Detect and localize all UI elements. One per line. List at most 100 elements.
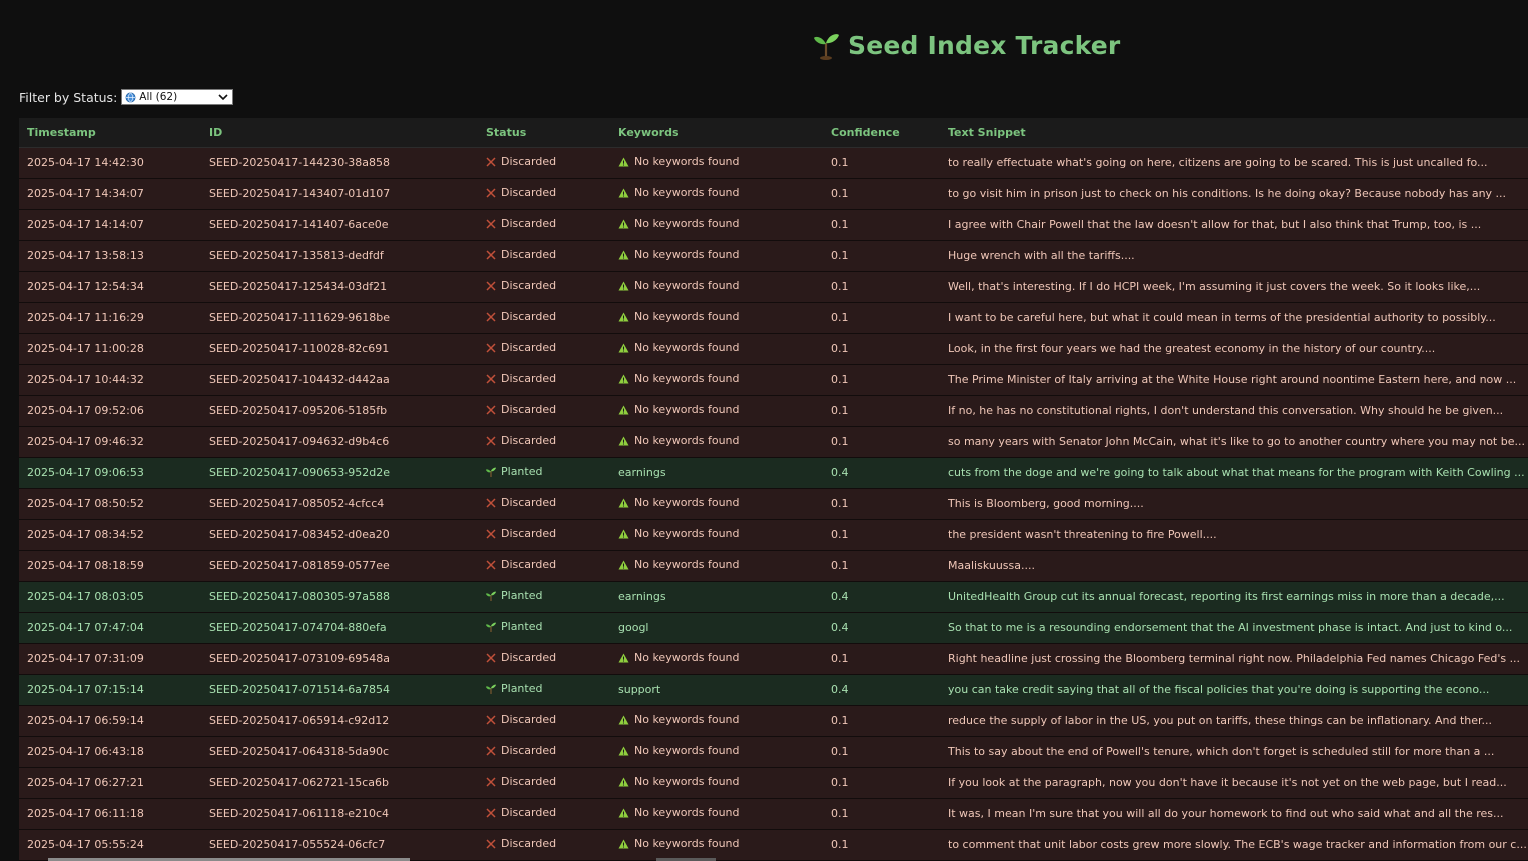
table-row[interactable]: 2025-04-17 09:06:53 SEED-20250417-090653-… bbox=[19, 457, 1528, 489]
status-text: Planted bbox=[501, 620, 543, 634]
cell-keywords: googl bbox=[610, 612, 823, 644]
cell-keywords: No keywords found bbox=[610, 736, 823, 768]
cell-timestamp: 2025-04-17 07:31:09 bbox=[19, 643, 201, 675]
cell-timestamp: 2025-04-17 09:06:53 bbox=[19, 457, 201, 489]
table-row[interactable]: 2025-04-17 11:00:28 SEED-20250417-110028-… bbox=[19, 333, 1528, 365]
cell-confidence: 0.4 bbox=[823, 581, 940, 613]
status-badge: Discarded bbox=[486, 775, 556, 788]
table-header-row: Timestamp ID Status Keywords Confidence … bbox=[19, 118, 1528, 148]
x-icon bbox=[486, 436, 496, 446]
cell-keywords: No keywords found bbox=[610, 798, 823, 830]
keywords-text: No keywords found bbox=[634, 403, 740, 417]
table-row[interactable]: 2025-04-17 08:18:59 SEED-20250417-081859-… bbox=[19, 550, 1528, 582]
table-row[interactable]: 2025-04-17 14:14:07 SEED-20250417-141407-… bbox=[19, 209, 1528, 241]
table-row[interactable]: 2025-04-17 13:58:13 SEED-20250417-135813-… bbox=[19, 240, 1528, 272]
cell-id: SEED-20250417-071514-6a7854 bbox=[201, 674, 478, 706]
table-row[interactable]: 2025-04-17 07:15:14 SEED-20250417-071514-… bbox=[19, 674, 1528, 706]
x-icon bbox=[486, 405, 496, 415]
keywords-text: No keywords found bbox=[634, 713, 740, 727]
cell-id: SEED-20250417-110028-82c691 bbox=[201, 333, 478, 365]
table-row[interactable]: 2025-04-17 06:11:18 SEED-20250417-061118-… bbox=[19, 798, 1528, 830]
cell-text-snippet: I agree with Chair Powell that the law d… bbox=[940, 209, 1528, 241]
table-row[interactable]: 2025-04-17 10:44:32 SEED-20250417-104432-… bbox=[19, 364, 1528, 396]
table-row[interactable]: 2025-04-17 06:43:18 SEED-20250417-064318-… bbox=[19, 736, 1528, 768]
column-header-timestamp[interactable]: Timestamp bbox=[19, 118, 201, 148]
cell-timestamp: 2025-04-17 07:15:14 bbox=[19, 674, 201, 706]
table-row[interactable]: 2025-04-17 06:59:14 SEED-20250417-065914-… bbox=[19, 705, 1528, 737]
keywords-warning: No keywords found bbox=[618, 279, 740, 292]
warning-icon bbox=[618, 560, 629, 570]
cell-confidence: 0.1 bbox=[823, 364, 940, 396]
cell-status: Discarded bbox=[478, 705, 610, 737]
table-row[interactable]: 2025-04-17 09:52:06 SEED-20250417-095206-… bbox=[19, 395, 1528, 427]
keywords-text: No keywords found bbox=[634, 806, 740, 820]
cell-text-snippet: This to say about the end of Powell's te… bbox=[940, 736, 1528, 768]
cell-text-snippet: you can take credit saying that all of t… bbox=[940, 674, 1528, 706]
cell-text-snippet: The Prime Minister of Italy arriving at … bbox=[940, 364, 1528, 396]
table-row[interactable]: 2025-04-17 12:54:34 SEED-20250417-125434-… bbox=[19, 271, 1528, 303]
cell-id: SEED-20250417-135813-dedfdf bbox=[201, 240, 478, 272]
seed-table-container[interactable]: Timestamp ID Status Keywords Confidence … bbox=[19, 118, 1528, 861]
cell-confidence: 0.1 bbox=[823, 550, 940, 582]
column-header-text-snippet[interactable]: Text Snippet bbox=[940, 118, 1528, 148]
table-row[interactable]: 2025-04-17 14:42:30 SEED-20250417-144230-… bbox=[19, 147, 1528, 179]
status-badge: Discarded bbox=[486, 186, 556, 199]
warning-icon bbox=[618, 808, 629, 818]
keywords-text: No keywords found bbox=[634, 310, 740, 324]
keywords-text: earnings bbox=[618, 590, 666, 603]
column-header-status[interactable]: Status bbox=[478, 118, 610, 148]
column-header-keywords[interactable]: Keywords bbox=[610, 118, 823, 148]
column-header-id[interactable]: ID bbox=[201, 118, 478, 148]
table-row[interactable]: 2025-04-17 08:34:52 SEED-20250417-083452-… bbox=[19, 519, 1528, 551]
status-badge: Discarded bbox=[486, 372, 556, 385]
seedling-icon bbox=[486, 622, 496, 632]
keywords-text: No keywords found bbox=[634, 527, 740, 541]
cell-status: Discarded bbox=[478, 426, 610, 458]
x-icon bbox=[486, 529, 496, 539]
status-text: Discarded bbox=[501, 744, 557, 758]
cell-status: Discarded bbox=[478, 364, 610, 396]
cell-confidence: 0.1 bbox=[823, 736, 940, 768]
status-text: Discarded bbox=[501, 310, 557, 324]
table-row[interactable]: 2025-04-17 08:50:52 SEED-20250417-085052-… bbox=[19, 488, 1528, 520]
keywords-warning: No keywords found bbox=[618, 372, 740, 385]
keywords-warning: No keywords found bbox=[618, 434, 740, 447]
keywords-text: support bbox=[618, 683, 661, 696]
table-row[interactable]: 2025-04-17 05:55:24 SEED-20250417-055524-… bbox=[19, 829, 1528, 861]
cell-keywords: No keywords found bbox=[610, 705, 823, 737]
cell-confidence: 0.1 bbox=[823, 829, 940, 861]
warning-icon bbox=[618, 343, 629, 353]
table-row[interactable]: 2025-04-17 07:47:04 SEED-20250417-074704-… bbox=[19, 612, 1528, 644]
cell-timestamp: 2025-04-17 06:11:18 bbox=[19, 798, 201, 830]
x-icon bbox=[486, 374, 496, 384]
table-row[interactable]: 2025-04-17 06:27:21 SEED-20250417-062721-… bbox=[19, 767, 1528, 799]
globe-icon bbox=[125, 92, 136, 102]
status-text: Planted bbox=[501, 465, 543, 479]
cell-timestamp: 2025-04-17 07:47:04 bbox=[19, 612, 201, 644]
keywords-warning: No keywords found bbox=[618, 155, 740, 168]
status-badge: Discarded bbox=[486, 837, 556, 850]
table-row[interactable]: 2025-04-17 14:34:07 SEED-20250417-143407-… bbox=[19, 178, 1528, 210]
status-badge: Discarded bbox=[486, 341, 556, 354]
table-row[interactable]: 2025-04-17 07:31:09 SEED-20250417-073109-… bbox=[19, 643, 1528, 675]
status-text: Discarded bbox=[501, 496, 557, 510]
cell-timestamp: 2025-04-17 09:52:06 bbox=[19, 395, 201, 427]
keywords-text: googl bbox=[618, 621, 649, 634]
status-badge: Planted bbox=[486, 620, 542, 633]
cell-timestamp: 2025-04-17 06:59:14 bbox=[19, 705, 201, 737]
cell-text-snippet: Look, in the first four years we had the… bbox=[940, 333, 1528, 365]
cell-confidence: 0.1 bbox=[823, 643, 940, 675]
column-header-confidence[interactable]: Confidence bbox=[823, 118, 940, 148]
status-text: Discarded bbox=[501, 558, 557, 572]
cell-id: SEED-20250417-062721-15ca6b bbox=[201, 767, 478, 799]
warning-icon bbox=[618, 436, 629, 446]
cell-keywords: No keywords found bbox=[610, 147, 823, 179]
cell-text-snippet: So that to me is a resounding endorsemen… bbox=[940, 612, 1528, 644]
keywords-warning: No keywords found bbox=[618, 806, 740, 819]
table-row[interactable]: 2025-04-17 09:46:32 SEED-20250417-094632-… bbox=[19, 426, 1528, 458]
table-row[interactable]: 2025-04-17 11:16:29 SEED-20250417-111629-… bbox=[19, 302, 1528, 334]
status-filter-select[interactable]: All (62) bbox=[121, 89, 234, 105]
table-row[interactable]: 2025-04-17 08:03:05 SEED-20250417-080305-… bbox=[19, 581, 1528, 613]
status-badge: Discarded bbox=[486, 527, 556, 540]
cell-id: SEED-20250417-094632-d9b4c6 bbox=[201, 426, 478, 458]
